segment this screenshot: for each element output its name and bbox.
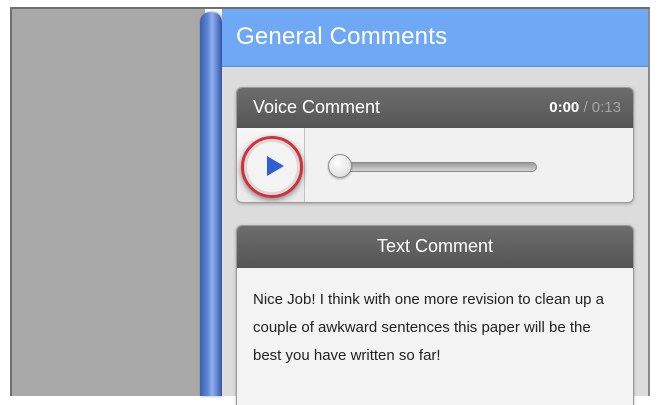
text-comment-card: Text Comment Nice Job! I think with one … (236, 225, 634, 405)
total-time: 0:13 (591, 99, 621, 116)
panel-resize-handle[interactable] (200, 12, 222, 396)
current-time: 0:00 (549, 99, 580, 116)
document-area (10, 9, 205, 396)
playback-time: 0:00 / 0:13 (549, 99, 621, 116)
screenshot-frame: General Comments Voice Comment 0:00 / 0:… (0, 0, 660, 405)
playback-slider-track[interactable] (337, 162, 537, 172)
playback-slider-thumb[interactable] (328, 154, 352, 178)
voice-comment-title: Voice Comment (253, 97, 381, 117)
text-comment-header: Text Comment (237, 226, 633, 268)
text-comment-title: Text Comment (376, 236, 494, 256)
panel-header: General Comments (222, 9, 648, 67)
play-button[interactable] (241, 136, 303, 198)
voice-comment-card: Voice Comment 0:00 / 0:13 (236, 87, 634, 203)
voice-comment-header: Voice Comment 0:00 / 0:13 (237, 88, 633, 128)
time-separator: / (583, 99, 588, 116)
panel-title: General Comments (236, 23, 448, 50)
comments-panel: General Comments Voice Comment 0:00 / 0:… (222, 9, 650, 405)
play-button-cell (237, 128, 305, 202)
play-icon (267, 156, 284, 176)
text-comment-body: Nice Job! I think with one more revision… (253, 291, 605, 364)
